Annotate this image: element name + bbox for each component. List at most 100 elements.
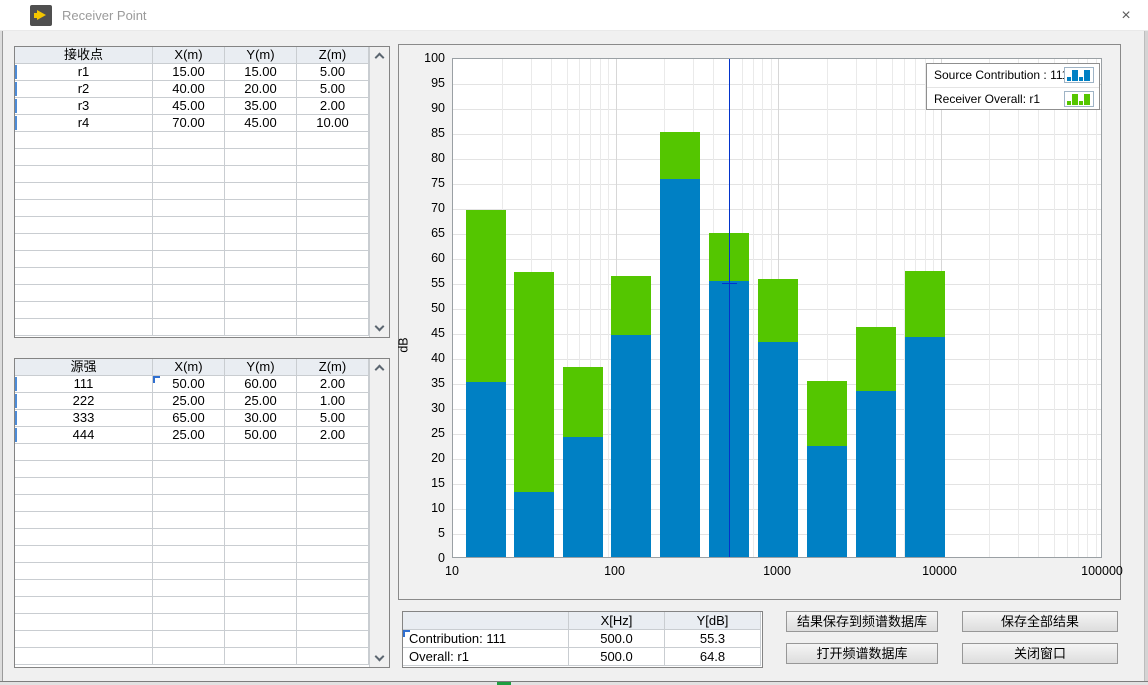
table-cell[interactable]: 70.00 xyxy=(153,115,225,132)
table-cell[interactable] xyxy=(297,217,369,234)
table-cell[interactable] xyxy=(153,648,225,665)
table-cell[interactable]: Contribution: 111 xyxy=(403,630,569,648)
table-cell[interactable] xyxy=(225,132,297,149)
table-cell[interactable] xyxy=(225,512,297,529)
table-cell[interactable] xyxy=(153,251,225,268)
table-cell[interactable] xyxy=(297,631,369,648)
table-cell[interactable] xyxy=(225,251,297,268)
table-cell[interactable] xyxy=(297,478,369,495)
table-cell[interactable] xyxy=(153,563,225,580)
table-cell[interactable] xyxy=(297,183,369,200)
table-cell[interactable] xyxy=(15,251,153,268)
table-cell[interactable]: 500.0 xyxy=(569,648,665,666)
plot-legend[interactable]: Source Contribution : 111Receiver Overal… xyxy=(926,63,1100,110)
table-cell[interactable] xyxy=(297,166,369,183)
table-cell[interactable]: 500.0 xyxy=(569,630,665,648)
table-cell[interactable] xyxy=(153,217,225,234)
table-cell[interactable]: r3 xyxy=(15,98,153,115)
scroll-down-button[interactable] xyxy=(370,650,389,667)
table-cell[interactable] xyxy=(15,461,153,478)
table-cell[interactable] xyxy=(225,302,297,319)
table-cell[interactable]: 333 xyxy=(15,410,153,427)
table-cell[interactable] xyxy=(297,495,369,512)
cursor-crosshair[interactable] xyxy=(722,283,737,284)
table-cell[interactable] xyxy=(15,495,153,512)
table-cell[interactable] xyxy=(15,183,153,200)
table-cell[interactable]: Overall: r1 xyxy=(403,648,569,666)
table-cell[interactable] xyxy=(153,285,225,302)
table-cell[interactable] xyxy=(225,444,297,461)
plot-area[interactable] xyxy=(452,58,1102,558)
table-cell[interactable]: 2.00 xyxy=(297,427,369,444)
table-cell[interactable] xyxy=(153,478,225,495)
table-cell[interactable] xyxy=(15,546,153,563)
table-cell[interactable] xyxy=(15,217,153,234)
table-cell[interactable] xyxy=(297,132,369,149)
table-cell[interactable] xyxy=(153,580,225,597)
table-cell[interactable]: r2 xyxy=(15,81,153,98)
table-cell[interactable] xyxy=(15,563,153,580)
legend-item[interactable]: Source Contribution : 111 xyxy=(927,64,1099,87)
table-cell[interactable] xyxy=(225,495,297,512)
table-cell[interactable] xyxy=(15,648,153,665)
table-cell[interactable] xyxy=(15,512,153,529)
table-cell[interactable] xyxy=(225,614,297,631)
cursor-line[interactable] xyxy=(729,59,730,557)
table-cell[interactable] xyxy=(15,319,153,336)
vertical-scrollbar[interactable] xyxy=(369,47,389,337)
table-cell[interactable]: 45.00 xyxy=(225,115,297,132)
table-cell[interactable] xyxy=(225,234,297,251)
table-cell[interactable] xyxy=(225,166,297,183)
table-cell[interactable] xyxy=(153,529,225,546)
table-cell[interactable] xyxy=(225,597,297,614)
table-cell[interactable] xyxy=(153,546,225,563)
table-cell[interactable] xyxy=(15,478,153,495)
table-cell[interactable]: 20.00 xyxy=(225,81,297,98)
table-cell[interactable] xyxy=(15,597,153,614)
table-cell[interactable] xyxy=(15,529,153,546)
table-cell[interactable] xyxy=(153,444,225,461)
table-cell[interactable] xyxy=(153,302,225,319)
table-cell[interactable]: 5.00 xyxy=(297,410,369,427)
table-cell[interactable]: 444 xyxy=(15,427,153,444)
table-cell[interactable] xyxy=(153,234,225,251)
table-cell[interactable] xyxy=(225,631,297,648)
table-cell[interactable]: 60.00 xyxy=(225,376,297,393)
table-cell[interactable] xyxy=(15,132,153,149)
scroll-up-button[interactable] xyxy=(370,359,389,376)
table-cell[interactable] xyxy=(297,234,369,251)
table-cell[interactable] xyxy=(297,512,369,529)
table-cell[interactable] xyxy=(297,302,369,319)
table-cell[interactable]: 10.00 xyxy=(297,115,369,132)
table-cell[interactable] xyxy=(297,648,369,665)
save-results-to-spectrum-db-button[interactable]: 结果保存到频谱数据库 xyxy=(786,611,938,632)
table-cell[interactable]: 5.00 xyxy=(297,64,369,81)
table-cell[interactable]: 2.00 xyxy=(297,98,369,115)
table-cell[interactable] xyxy=(15,302,153,319)
table-cell[interactable] xyxy=(225,529,297,546)
table-cell[interactable]: 50.00 xyxy=(153,376,225,393)
table-cell[interactable]: 5.00 xyxy=(297,81,369,98)
table-cell[interactable]: 25.00 xyxy=(153,393,225,410)
legend-item[interactable]: Receiver Overall: r1 xyxy=(927,87,1099,110)
table-cell[interactable] xyxy=(297,563,369,580)
table-cell[interactable] xyxy=(15,234,153,251)
table-cell[interactable] xyxy=(297,546,369,563)
table-cell[interactable]: 65.00 xyxy=(153,410,225,427)
table-cell[interactable] xyxy=(225,580,297,597)
table-cell[interactable]: 45.00 xyxy=(153,98,225,115)
table-cell[interactable] xyxy=(297,149,369,166)
scroll-up-button[interactable] xyxy=(370,47,389,64)
table-cell[interactable] xyxy=(153,495,225,512)
table-cell[interactable] xyxy=(153,166,225,183)
table-cell[interactable]: 111 xyxy=(15,376,153,393)
scroll-down-button[interactable] xyxy=(370,320,389,337)
table-cell[interactable]: r4 xyxy=(15,115,153,132)
table-cell[interactable] xyxy=(15,631,153,648)
table-cell[interactable] xyxy=(225,563,297,580)
table-cell[interactable]: 15.00 xyxy=(153,64,225,81)
table-cell[interactable]: 30.00 xyxy=(225,410,297,427)
table-cell[interactable] xyxy=(225,183,297,200)
table-cell[interactable] xyxy=(297,614,369,631)
table-cell[interactable]: r1 xyxy=(15,64,153,81)
